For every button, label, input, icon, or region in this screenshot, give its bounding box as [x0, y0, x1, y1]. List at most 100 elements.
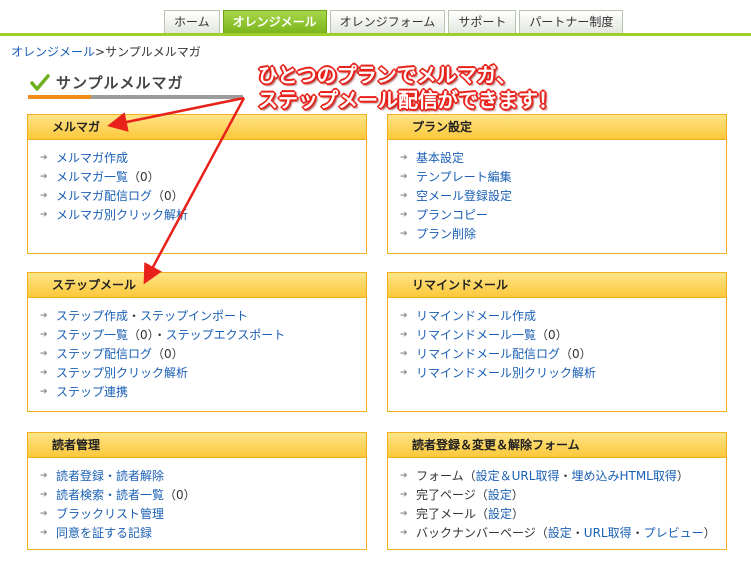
- item-label: バックナンバーページ（: [416, 526, 548, 540]
- list-item: ➔ メルマガ作成: [40, 149, 366, 168]
- arrow-right-icon: ➔: [40, 191, 48, 201]
- check-icon: [30, 73, 50, 91]
- tab-support[interactable]: サポート: [448, 10, 517, 33]
- mailmag-log-link[interactable]: メルマガ配信ログ: [56, 187, 152, 206]
- form-embed-html-link[interactable]: 埋め込みHTML取得: [571, 467, 676, 486]
- tab-home[interactable]: ホーム: [164, 10, 220, 33]
- arrow-right-icon: ➔: [400, 153, 408, 163]
- arrow-right-icon: ➔: [40, 153, 48, 163]
- page-title: サンプルメルマガ: [56, 74, 184, 92]
- count-label: （0）・: [128, 328, 166, 342]
- paren-close: ）: [512, 507, 525, 521]
- form-settings-url-link[interactable]: 設定＆URL取得: [476, 467, 560, 486]
- remind-click-analysis-link[interactable]: リマインドメール別クリック解析: [416, 364, 596, 383]
- arrow-right-icon: ➔: [400, 490, 408, 500]
- arrow-right-icon: ➔: [400, 330, 408, 340]
- step-integration-link[interactable]: ステップ連携: [56, 383, 128, 402]
- list-item: ➔ 同意を証する記録: [40, 524, 366, 543]
- empty-mail-settings-link[interactable]: 空メール登録設定: [416, 187, 512, 206]
- step-list-link[interactable]: ステップ一覧: [56, 326, 128, 345]
- tab-partner[interactable]: パートナー制度: [519, 10, 624, 33]
- panel-title: リマインドメール: [388, 273, 726, 298]
- arrow-right-icon: ➔: [40, 490, 48, 500]
- separator-text: ・: [128, 309, 141, 323]
- panel-plan-settings: プラン設定 ➔ 基本設定 ➔ テンプレート編集 ➔ 空メール登録設定 ➔ プランコピー …: [387, 114, 727, 254]
- blacklist-link[interactable]: ブラックリスト管理: [56, 505, 164, 524]
- breadcrumb-root-link[interactable]: オレンジメール: [11, 45, 95, 59]
- arrow-right-icon: ➔: [400, 191, 408, 201]
- panel-title: 読者登録＆変更＆解除フォーム: [388, 433, 726, 458]
- title-underline: [28, 95, 243, 99]
- list-item: ➔ ステップ作成・ステップインポート: [40, 307, 366, 326]
- arrow-right-icon: ➔: [400, 349, 408, 359]
- list-item: ➔ 読者登録・読者解除: [40, 467, 366, 486]
- complete-mail-settings-link[interactable]: 設定: [488, 505, 512, 524]
- mailmag-create-link[interactable]: メルマガ作成: [56, 149, 128, 168]
- mailmag-click-analysis-link[interactable]: メルマガ別クリック解析: [56, 206, 188, 225]
- tab-orange-form[interactable]: オレンジフォーム: [329, 10, 446, 33]
- arrow-right-icon: ➔: [40, 471, 48, 481]
- list-item: ➔ ステップ別クリック解析: [40, 364, 366, 383]
- count-label: （0）: [152, 189, 184, 203]
- list-item: ➔ 空メール登録設定: [400, 187, 726, 206]
- remind-create-link[interactable]: リマインドメール作成: [416, 307, 536, 326]
- list-item: ➔ プラン削除: [400, 225, 726, 244]
- tab-orange-mail[interactable]: オレンジメール: [222, 10, 327, 33]
- list-item: ➔ メルマガ配信ログ （0）: [40, 187, 366, 206]
- list-item: ➔ ステップ連携: [40, 383, 366, 402]
- list-item: ➔ メルマガ一覧 （0）: [40, 168, 366, 187]
- paren-close: ）: [511, 488, 524, 502]
- basic-settings-link[interactable]: 基本設定: [416, 149, 464, 168]
- item-label: 完了メール（: [416, 507, 489, 521]
- count-label: （0）: [128, 170, 160, 184]
- step-export-link[interactable]: ステップエクスポート: [166, 326, 286, 345]
- panel-mailmag: メルマガ ➔ メルマガ作成 ➔ メルマガ一覧 （0） ➔ メルマガ配信ログ （0） ➔ メル…: [27, 114, 367, 254]
- backnumber-url-link[interactable]: URL取得: [584, 524, 632, 543]
- arrow-right-icon: ➔: [400, 229, 408, 239]
- count-label: （0）: [164, 488, 196, 502]
- panel-step-mail: ステップメール ➔ ステップ作成・ステップインポート ➔ ステップ一覧 （0）・ ステッ…: [27, 272, 367, 412]
- top-nav: ホーム オレンジメール オレンジフォーム サポート パートナー制度: [164, 10, 624, 34]
- panel-title: プラン設定: [388, 115, 726, 140]
- mailmag-list-link[interactable]: メルマガ一覧: [56, 168, 128, 187]
- arrow-right-icon: ➔: [40, 330, 48, 340]
- step-click-analysis-link[interactable]: ステップ別クリック解析: [56, 364, 188, 383]
- step-log-link[interactable]: ステップ配信ログ: [56, 345, 152, 364]
- plan-delete-link[interactable]: プラン削除: [416, 225, 476, 244]
- annotation-line-1: ひとつのプランでメルマガ、: [258, 63, 517, 87]
- count-label: （0）: [152, 347, 184, 361]
- breadcrumb-current: サンプルメルマガ: [105, 45, 201, 59]
- reader-search-link[interactable]: 読者検索・読者一覧: [56, 486, 164, 505]
- breadcrumb: オレンジメール>サンプルメルマガ: [11, 43, 201, 60]
- separator-text: ・: [559, 469, 572, 483]
- backnumber-preview-link[interactable]: プレビュー: [644, 524, 704, 543]
- count-label: （0）: [536, 328, 568, 342]
- step-import-link[interactable]: ステップインポート: [140, 307, 248, 326]
- panel-title: 読者管理: [28, 433, 366, 458]
- annotation-line-2: ステップメール配信ができます！: [258, 88, 558, 112]
- backnumber-settings-link[interactable]: 設定: [548, 524, 572, 543]
- template-edit-link[interactable]: テンプレート編集: [416, 168, 512, 187]
- reader-register-link[interactable]: 読者登録・読者解除: [56, 467, 164, 486]
- step-create-link[interactable]: ステップ作成: [56, 307, 128, 326]
- arrow-right-icon: ➔: [400, 509, 408, 519]
- remind-log-link[interactable]: リマインドメール配信ログ: [416, 345, 560, 364]
- separator-text: ・: [571, 526, 584, 540]
- arrow-right-icon: ➔: [40, 210, 48, 220]
- arrow-right-icon: ➔: [400, 311, 408, 321]
- list-item: ➔ 読者検索・読者一覧 （0）: [40, 486, 366, 505]
- consent-record-link[interactable]: 同意を証する記録: [56, 524, 152, 543]
- arrow-right-icon: ➔: [400, 471, 408, 481]
- list-item: ➔ 完了ページ（ 設定）: [400, 486, 726, 505]
- complete-page-settings-link[interactable]: 設定: [488, 486, 512, 505]
- list-item: ➔ ステップ一覧 （0）・ ステップエクスポート: [40, 326, 366, 345]
- paren-close: ）: [703, 526, 716, 540]
- page-title-row: サンプルメルマガ: [30, 72, 184, 93]
- arrow-right-icon: ➔: [40, 368, 48, 378]
- arrow-right-icon: ➔: [400, 368, 408, 378]
- arrow-right-icon: ➔: [400, 210, 408, 220]
- count-label: （0）: [560, 347, 592, 361]
- panel-title: ステップメール: [28, 273, 366, 298]
- remind-list-link[interactable]: リマインドメール一覧: [416, 326, 536, 345]
- plan-copy-link[interactable]: プランコピー: [416, 206, 488, 225]
